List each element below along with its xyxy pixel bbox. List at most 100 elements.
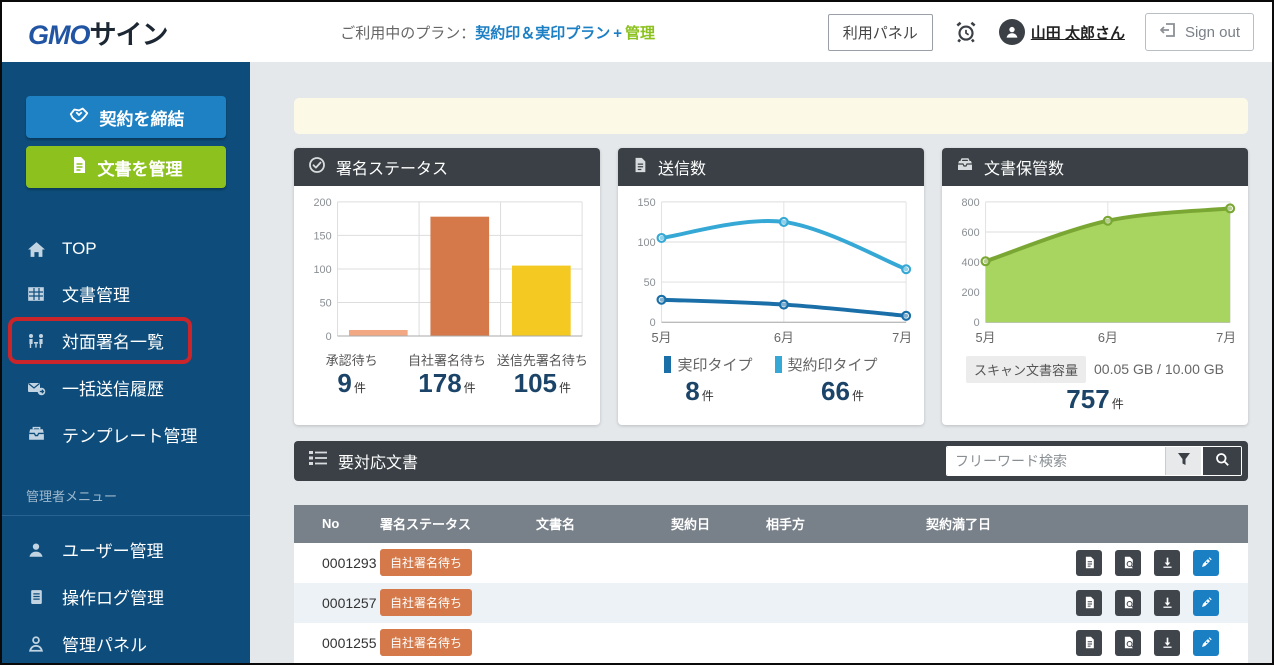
summary-cards: 署名ステータス 050100150200 承認待ち 9件 自社署名待ち 178件 [294,148,1248,425]
sidebar-item-template-management[interactable]: テンプレート管理 [2,411,250,458]
admin-menu-section-label: 管理者メニュー [2,458,250,515]
search-button[interactable] [1201,447,1241,475]
download-button[interactable] [1154,590,1180,616]
preview-button[interactable] [1115,590,1141,616]
check-circle-icon [308,156,326,179]
sent-count-header: 送信数 [618,148,924,186]
document-icon [70,156,88,179]
sign-button[interactable] [1193,590,1219,616]
signature-status-bar-chart: 050100150200 [304,194,590,348]
conclude-contract-label: 契約を締結 [100,105,185,130]
handshake-icon [68,104,90,131]
document-detail-button[interactable] [1076,550,1102,576]
usage-panel-button[interactable]: 利用パネル [828,14,933,51]
header-controls: 利用パネル 山田 太郎さん [828,13,1254,51]
table-header-row: No 署名ステータス 文書名 契約日 相手方 契約満了日 [294,505,1248,543]
card-title: 文書保管数 [984,155,1064,179]
main-nav: TOP 文書管理 対面署名一覧 [2,228,250,458]
svg-text:600: 600 [962,227,980,239]
document-storage-area-chart: 02004006008005月6月7月 [952,194,1238,348]
svg-text:200: 200 [314,197,332,209]
admin-person-icon [26,635,46,653]
table-row[interactable]: 0001255 自社署名待ち [294,623,1248,663]
main-content: 署名ステータス 050100150200 承認待ち 9件 自社署名待ち 178件 [250,62,1272,663]
plan-name: 契約印＆実印プラン [475,25,610,42]
table-body: 0001293 自社署名待ち 0001257 [294,543,1248,663]
filter-button[interactable] [1165,447,1201,475]
row-status: 自社署名待ち [380,549,536,576]
sidebar-item-bulk-send-history[interactable]: 一括送信履歴 [2,364,250,411]
svg-text:400: 400 [962,257,980,269]
svg-text:5月: 5月 [976,330,996,345]
notification-bar [294,98,1248,134]
row-actions [1076,630,1251,656]
col-no: No [294,516,380,531]
svg-text:150: 150 [314,230,332,242]
sidebar-item-document-management[interactable]: 文書管理 [2,270,250,317]
action-required-section-bar: 要対応文書 [294,441,1248,481]
svg-text:100: 100 [314,264,332,276]
document-detail-button[interactable] [1076,590,1102,616]
template-archive-icon [26,425,46,444]
table-row[interactable]: 0001293 自社署名待ち [294,543,1248,583]
stat-pending-approval: 承認待ち 9件 [304,350,399,399]
status-badge: 自社署名待ち [380,589,472,616]
sidebar: 契約を締結 文書を管理 TOP 文 [2,62,250,663]
sidebar-item-top[interactable]: TOP [2,228,250,270]
legend-item-keiyakuin: 契約印タイプ [775,354,878,375]
stat-value: 757 [1066,384,1109,414]
download-button[interactable] [1154,630,1180,656]
row-actions [1076,590,1251,616]
stat-unit: 件 [464,381,476,395]
sign-out-button[interactable]: Sign out [1145,13,1254,51]
status-badge: 自社署名待ち [380,549,472,576]
legend-item-jitsuin: 実印タイプ [664,354,752,375]
sidebar-item-user-management[interactable]: ユーザー管理 [2,526,250,573]
svg-text:6月: 6月 [774,330,794,345]
stat-value: 66 [821,376,850,406]
row-no: 0001255 [294,635,380,651]
list-icon [308,449,328,472]
archive-box-icon [956,156,974,179]
user-name-link[interactable]: 山田 太郎さん [1031,22,1125,43]
document-storage-card: 文書保管数 02004006008005月6月7月 スキャン文書容量 00.05… [942,148,1248,425]
stat-label: 送信先署名待ち [495,350,590,369]
current-plan-text: ご利用中のプラン：契約印＆実印プラン+管理 [168,22,828,43]
svg-text:50: 50 [644,277,656,289]
preview-button[interactable] [1115,630,1141,656]
stat-label: 承認待ち [304,350,399,369]
sidebar-item-face-to-face-signature-list[interactable]: 対面署名一覧 [8,317,192,364]
manage-documents-button[interactable]: 文書を管理 [26,146,226,188]
table-row[interactable]: 0001257 自社署名待ち [294,583,1248,623]
stat-value: 8 [685,376,699,406]
keyword-search-input[interactable] [947,447,1165,475]
document-detail-button[interactable] [1076,630,1102,656]
conclude-contract-button[interactable]: 契約を締結 [26,96,226,138]
document-storage-body: 02004006008005月6月7月 スキャン文書容量 00.05 GB / … [942,186,1248,425]
gmo-sign-logo[interactable]: GMOサイン [28,13,168,52]
signature-status-stats: 承認待ち 9件 自社署名待ち 178件 送信先署名待ち 105件 [304,350,590,399]
legend-swatch [775,356,782,373]
sign-button[interactable] [1193,550,1219,576]
svg-text:0: 0 [974,317,980,329]
sidebar-item-label: 一括送信履歴 [62,375,164,400]
legend-swatch [664,356,671,373]
svg-text:7月: 7月 [1216,330,1236,345]
col-contract-date: 契約日 [671,514,766,533]
stat-unit: 件 [852,389,864,403]
sign-out-icon [1159,21,1177,43]
sign-button[interactable] [1193,630,1219,656]
download-button[interactable] [1154,550,1180,576]
preview-button[interactable] [1115,550,1141,576]
user-icon [26,541,46,559]
sidebar-item-label: 管理パネル [62,631,147,656]
user-menu[interactable]: 山田 太郎さん [999,19,1125,45]
sidebar-item-operation-log[interactable]: 操作ログ管理 [2,573,250,620]
col-status: 署名ステータス [380,514,536,533]
col-contract-expiry: 契約満了日 [926,514,1076,533]
alarm-clock-icon[interactable] [953,19,979,45]
legend-label: 契約印タイプ [788,354,878,375]
stat-jitsuin-count: 8件 [628,377,771,407]
plan-prefix: ご利用中のプラン： [340,25,475,42]
sidebar-item-admin-panel[interactable]: 管理パネル [2,620,250,663]
